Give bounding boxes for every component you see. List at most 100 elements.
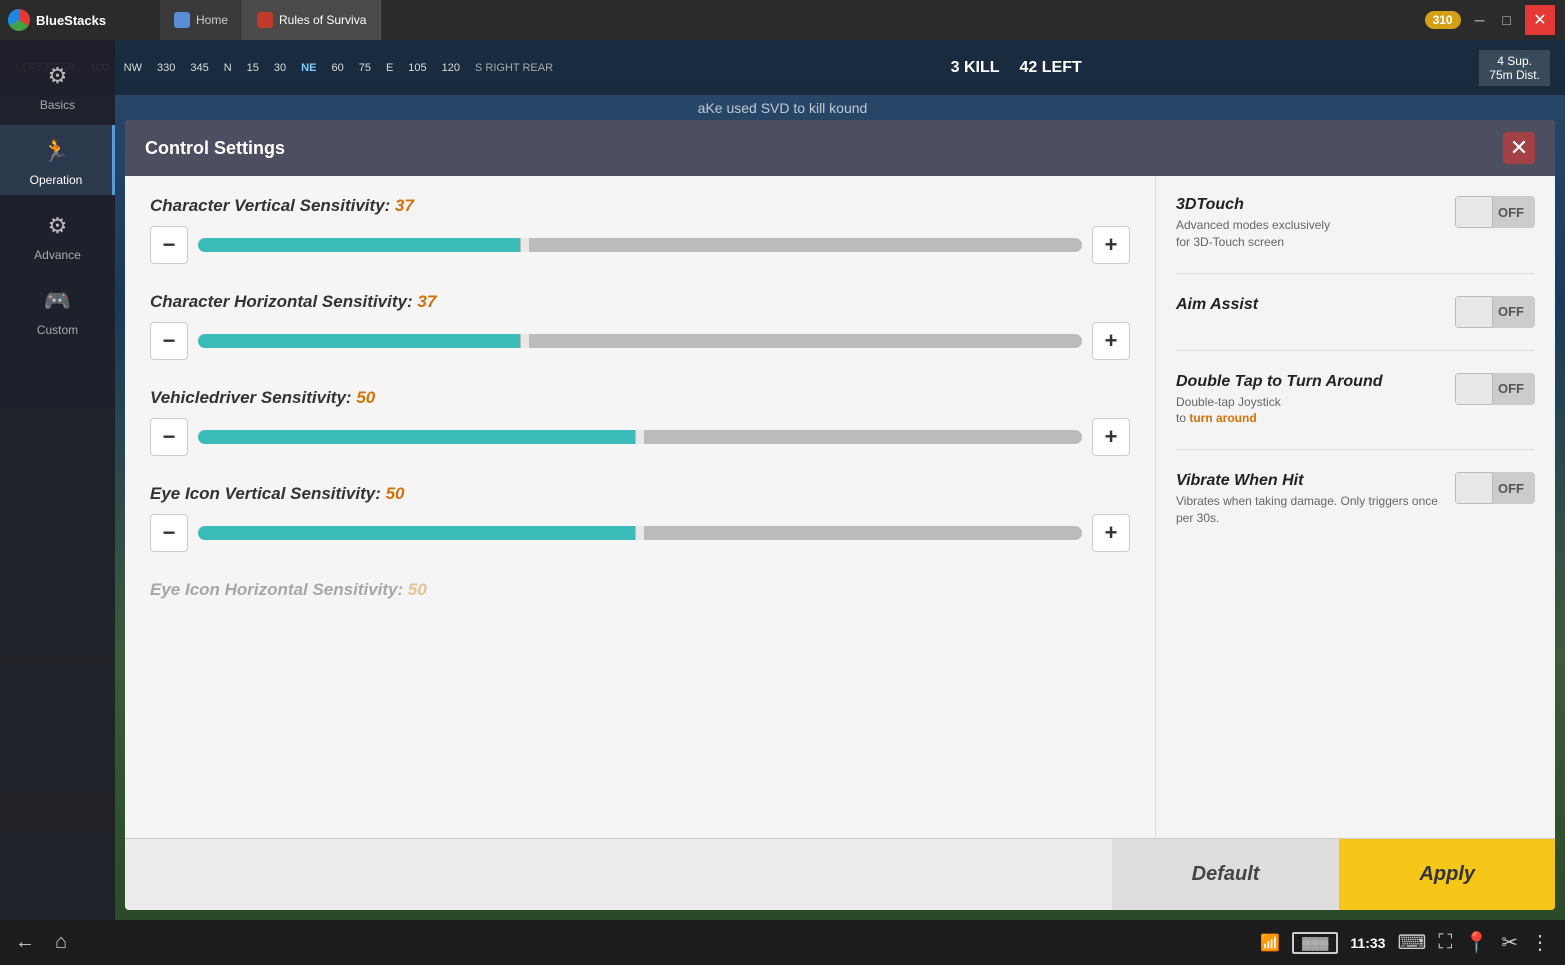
vibrate-text: Vibrate When Hit Vibrates when taking da… <box>1176 472 1445 527</box>
tab-home[interactable]: Home <box>160 0 243 40</box>
vehicle-sensitivity-value: 50 <box>356 388 375 407</box>
setting-horizontal-sensitivity: Character Horizontal Sensitivity: 37 − + <box>150 292 1130 360</box>
horizontal-sensitivity-fill <box>198 334 525 348</box>
aim-assist-text: Aim Assist <box>1176 296 1445 314</box>
minimize-button[interactable]: ─ <box>1471 12 1489 28</box>
wifi-icon: 📶 <box>1260 933 1280 953</box>
vibrate-state: OFF <box>1493 481 1535 496</box>
taskbar-left: ← ⌂ <box>15 931 67 954</box>
eye-sensitivity-label: Eye Icon Vertical Sensitivity: 50 <box>150 484 1130 504</box>
screen-button[interactable]: ⛶ <box>1438 931 1452 954</box>
eye-sensitivity-track[interactable] <box>198 526 1082 540</box>
sidebar-operation-label: Operation <box>30 173 83 187</box>
horizontal-sensitivity-minus[interactable]: − <box>150 322 188 360</box>
control-panel: Control Settings ✕ Character Vertical Se… <box>125 120 1555 910</box>
horizontal-sensitivity-thumb[interactable] <box>520 334 530 348</box>
maximize-button[interactable]: □ <box>1499 12 1515 28</box>
settings-left: Character Vertical Sensitivity: 37 − + <box>125 176 1155 838</box>
bluestacks-icon <box>8 9 30 31</box>
taskbar-right: 📶 ▓▓▓ 11:33 ⌨ ⛶ 📍 ✂ ⋮ <box>1260 930 1550 955</box>
tab-home-label: Home <box>196 13 228 27</box>
vehicle-sensitivity-slider-row: − + <box>150 418 1130 456</box>
vehicle-sensitivity-track[interactable] <box>198 430 1082 444</box>
eye-sensitivity-fill <box>198 526 640 540</box>
double-tap-knob <box>1455 373 1493 405</box>
double-tap-toggle[interactable]: OFF <box>1455 373 1535 405</box>
sidebar-item-advance[interactable]: ⚙ Advance <box>0 200 115 270</box>
panel-footer: Default Apply <box>125 838 1555 910</box>
3dtouch-title: 3DTouch <box>1176 196 1445 214</box>
vibrate-toggle[interactable]: OFF <box>1455 472 1535 504</box>
toggle-vibrate: Vibrate When Hit Vibrates when taking da… <box>1176 472 1535 527</box>
vertical-sensitivity-thumb[interactable] <box>520 238 530 252</box>
double-tap-title: Double Tap to Turn Around <box>1176 373 1445 391</box>
sidebar-item-basics[interactable]: ⚙ Basics <box>0 50 115 120</box>
divider-2 <box>1176 350 1535 351</box>
setting-vertical-sensitivity: Character Vertical Sensitivity: 37 − + <box>150 196 1130 264</box>
vehicle-sensitivity-fill <box>198 430 640 444</box>
vertical-sensitivity-value: 37 <box>395 196 414 215</box>
panel-close-button[interactable]: ✕ <box>1503 132 1535 164</box>
double-tap-state: OFF <box>1493 381 1535 396</box>
horizontal-sensitivity-track[interactable] <box>198 334 1082 348</box>
horizontal-sensitivity-slider-row: − + <box>150 322 1130 360</box>
3dtouch-toggle[interactable]: OFF <box>1455 196 1535 228</box>
eye-sensitivity-slider-row: − + <box>150 514 1130 552</box>
vertical-sensitivity-track[interactable] <box>198 238 1082 252</box>
vibrate-desc: Vibrates when taking damage. Only trigge… <box>1176 493 1445 527</box>
toggle-3dtouch: 3DTouch Advanced modes exclusivelyfor 3D… <box>1176 196 1535 251</box>
setting-eye-sensitivity: Eye Icon Vertical Sensitivity: 50 − + <box>150 484 1130 552</box>
back-button[interactable]: ← <box>15 931 35 954</box>
3dtouch-state: OFF <box>1493 205 1535 220</box>
advance-icon: ⚙ <box>40 208 76 244</box>
tab-game[interactable]: Rules of Surviva <box>243 0 381 40</box>
eye-sensitivity-thumb[interactable] <box>635 526 645 540</box>
eye-sensitivity-minus[interactable]: − <box>150 514 188 552</box>
vertical-sensitivity-minus[interactable]: − <box>150 226 188 264</box>
vehicle-sensitivity-label: Vehicledriver Sensitivity: 50 <box>150 388 1130 408</box>
aim-assist-state: OFF <box>1493 304 1535 319</box>
default-button[interactable]: Default <box>1112 839 1340 910</box>
vibrate-title: Vibrate When Hit <box>1176 472 1445 490</box>
aim-assist-knob <box>1455 296 1493 328</box>
app-name: BlueStacks <box>36 13 106 28</box>
left-sidebar: ⚙ Basics 🏃 Operation ⚙ Advance 🎮 Custom <box>0 40 115 920</box>
close-button[interactable]: ✕ <box>1525 5 1555 35</box>
vehicle-sensitivity-plus[interactable]: + <box>1092 418 1130 456</box>
sidebar-item-operation[interactable]: 🏃 Operation <box>0 125 115 195</box>
keyboard-button[interactable]: ⌨ <box>1397 930 1426 955</box>
modal-area: Control Settings ✕ Character Vertical Se… <box>115 40 1565 920</box>
location-button[interactable]: 📍 <box>1464 930 1489 955</box>
sidebar-item-custom[interactable]: 🎮 Custom <box>0 275 115 345</box>
panel-body: Character Vertical Sensitivity: 37 − + <box>125 176 1555 838</box>
app-logo: BlueStacks <box>0 9 160 31</box>
vehicle-sensitivity-minus[interactable]: − <box>150 418 188 456</box>
operation-icon: 🏃 <box>38 133 74 169</box>
home-button[interactable]: ⌂ <box>55 931 67 954</box>
eye-sensitivity-plus[interactable]: + <box>1092 514 1130 552</box>
sidebar-custom-label: Custom <box>37 323 78 337</box>
horizontal-sensitivity-label: Character Horizontal Sensitivity: 37 <box>150 292 1130 312</box>
home-tab-icon <box>174 12 190 28</box>
settings-right: 3DTouch Advanced modes exclusivelyfor 3D… <box>1155 176 1555 838</box>
horizontal-sensitivity-value: 37 <box>417 292 436 311</box>
custom-icon: 🎮 <box>40 283 76 319</box>
game-tab-icon <box>257 12 273 28</box>
sidebar-basics-label: Basics <box>40 98 75 112</box>
vertical-sensitivity-label: Character Vertical Sensitivity: 37 <box>150 196 1130 216</box>
vertical-sensitivity-plus[interactable]: + <box>1092 226 1130 264</box>
menu-button[interactable]: ⋮ <box>1530 930 1550 955</box>
apply-button[interactable]: Apply <box>1339 839 1555 910</box>
title-bar: BlueStacks Home Rules of Surviva 310 ─ □… <box>0 0 1565 40</box>
sidebar-advance-label: Advance <box>34 248 81 262</box>
scissors-button[interactable]: ✂ <box>1501 930 1518 955</box>
tab-game-label: Rules of Surviva <box>279 13 366 27</box>
eye-sensitivity-value: 50 <box>386 484 405 503</box>
panel-header: Control Settings ✕ <box>125 120 1555 176</box>
horizontal-sensitivity-plus[interactable]: + <box>1092 322 1130 360</box>
divider-1 <box>1176 273 1535 274</box>
toggle-double-tap: Double Tap to Turn Around Double-tap Joy… <box>1176 373 1535 428</box>
aim-assist-toggle[interactable]: OFF <box>1455 296 1535 328</box>
vertical-sensitivity-fill <box>198 238 525 252</box>
vehicle-sensitivity-thumb[interactable] <box>635 430 645 444</box>
